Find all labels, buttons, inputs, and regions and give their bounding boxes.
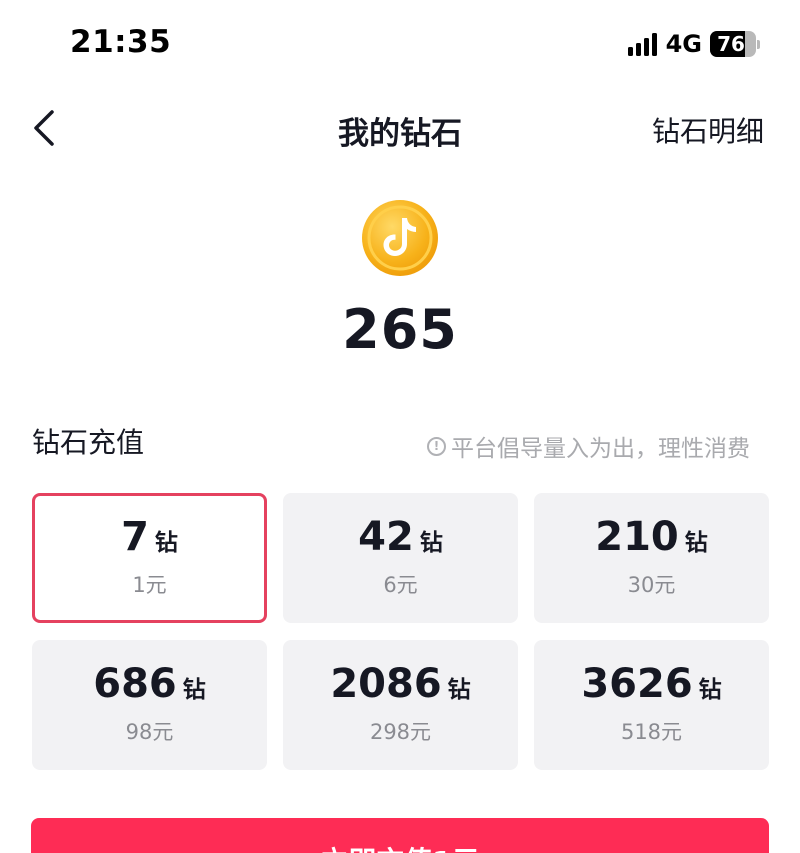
package-amount-row: 686 钻	[93, 664, 206, 704]
info-circle-icon: !	[427, 436, 446, 456]
package-card-42[interactable]: 42 钻 6元	[283, 493, 518, 623]
package-unit: 钻	[182, 677, 206, 703]
package-price: 6元	[383, 573, 418, 597]
package-price: 518元	[620, 720, 683, 744]
package-unit: 钻	[447, 677, 471, 703]
diamond-wallet-page: 21:35 4G 76 我的钻石 钻石明细 265 钻石充值 ! 平台倡导量入为…	[0, 0, 800, 853]
package-amount: 7	[121, 514, 149, 560]
battery-icon: 76	[710, 31, 756, 57]
package-amount: 210	[595, 514, 679, 560]
package-card-210[interactable]: 210 钻 30元	[534, 493, 769, 623]
package-card-686[interactable]: 686 钻 98元	[32, 640, 267, 770]
notice-text: 平台倡导量入为出，理性消费	[451, 436, 750, 462]
package-unit: 钻	[419, 530, 443, 556]
package-card-3626[interactable]: 3626 钻 518元	[534, 640, 769, 770]
battery-level: 76	[717, 32, 745, 56]
package-amount-row: 2086 钻	[330, 664, 470, 704]
package-price: 1元	[132, 573, 167, 597]
package-amount-row: 7 钻	[121, 517, 178, 557]
package-amount-row: 3626 钻	[581, 664, 721, 704]
package-amount: 2086	[330, 661, 442, 707]
status-indicators: 4G 76	[627, 28, 760, 60]
package-amount-row: 210 钻	[595, 517, 708, 557]
douyin-coin-icon	[362, 200, 438, 276]
recharge-button-label: 立即充值1元	[320, 840, 479, 853]
package-amount: 3626	[581, 661, 693, 707]
network-type: 4G	[665, 30, 702, 58]
package-card-2086[interactable]: 2086 钻 298元	[283, 640, 518, 770]
recharge-section-title: 钻石充值	[32, 426, 145, 459]
package-price: 30元	[627, 573, 676, 597]
package-unit: 钻	[154, 530, 178, 556]
signal-icon	[627, 32, 657, 56]
package-unit: 钻	[698, 677, 722, 703]
package-amount-row: 42 钻	[358, 517, 443, 557]
consumption-notice: ! 平台倡导量入为出，理性消费	[427, 429, 750, 463]
package-unit: 钻	[684, 530, 708, 556]
package-price: 98元	[125, 720, 174, 744]
recharge-now-button[interactable]: 立即充值1元	[31, 818, 769, 853]
diamond-balance: 265	[342, 298, 458, 361]
diamond-detail-link[interactable]: 钻石明细	[652, 110, 764, 150]
package-price: 298元	[369, 720, 432, 744]
battery-cap	[757, 39, 760, 49]
package-amount: 42	[358, 514, 414, 560]
package-card-7[interactable]: 7 钻 1元	[32, 493, 267, 623]
package-amount: 686	[93, 661, 177, 707]
status-time: 21:35	[70, 24, 172, 60]
